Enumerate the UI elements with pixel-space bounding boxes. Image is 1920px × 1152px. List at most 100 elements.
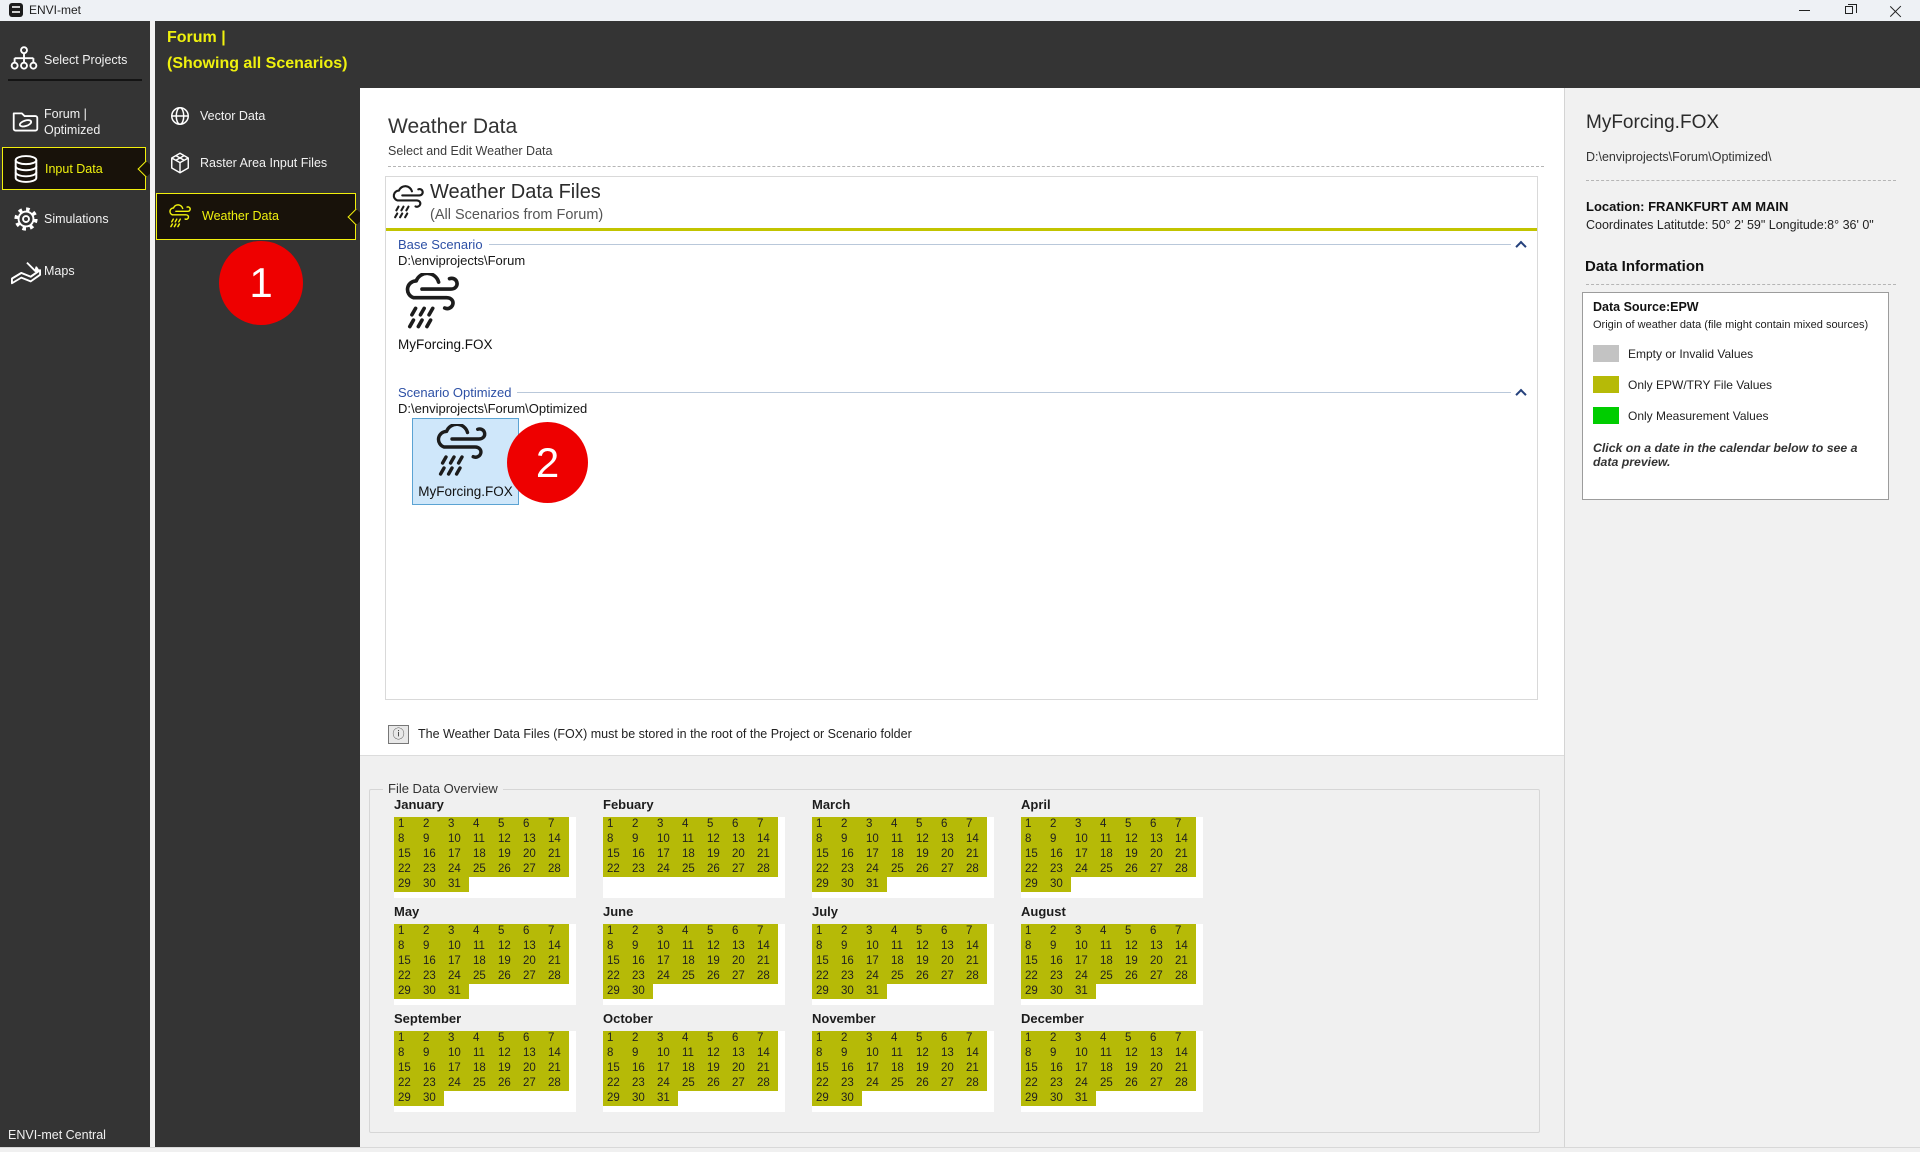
day-cell[interactable]: 4 bbox=[678, 1031, 703, 1046]
day-cell[interactable]: 30 bbox=[419, 1091, 444, 1106]
day-cell[interactable]: 20 bbox=[937, 1061, 962, 1076]
day-cell[interactable]: 20 bbox=[519, 1061, 544, 1076]
day-cell[interactable]: 5 bbox=[703, 1031, 728, 1046]
day-cell[interactable]: 28 bbox=[1171, 1076, 1196, 1091]
day-cell[interactable]: 29 bbox=[812, 877, 837, 892]
sidebar-item-project[interactable]: Forum | Optimized bbox=[0, 103, 150, 143]
day-cell[interactable]: 9 bbox=[628, 1046, 653, 1061]
day-cell[interactable]: 9 bbox=[1046, 832, 1071, 847]
day-cell[interactable]: 13 bbox=[519, 832, 544, 847]
day-cell[interactable]: 8 bbox=[812, 939, 837, 954]
day-cell[interactable]: 24 bbox=[653, 969, 678, 984]
day-cell[interactable]: 14 bbox=[962, 939, 987, 954]
day-cell[interactable]: 13 bbox=[1146, 939, 1171, 954]
day-cell[interactable]: 12 bbox=[703, 939, 728, 954]
day-cell[interactable]: 28 bbox=[753, 1076, 778, 1091]
day-cell[interactable]: 26 bbox=[1121, 862, 1146, 877]
day-cell[interactable]: 18 bbox=[678, 1061, 703, 1076]
day-cell[interactable]: 11 bbox=[469, 939, 494, 954]
day-cell[interactable]: 15 bbox=[394, 954, 419, 969]
day-cell[interactable]: 20 bbox=[937, 847, 962, 862]
day-cell[interactable]: 21 bbox=[544, 1061, 569, 1076]
day-cell[interactable]: 22 bbox=[394, 969, 419, 984]
day-cell[interactable]: 16 bbox=[1046, 1061, 1071, 1076]
day-cell[interactable]: 9 bbox=[837, 939, 862, 954]
day-cell[interactable]: 2 bbox=[837, 817, 862, 832]
day-cell[interactable]: 13 bbox=[728, 1046, 753, 1061]
day-cell[interactable]: 16 bbox=[628, 954, 653, 969]
day-cell[interactable]: 19 bbox=[1121, 954, 1146, 969]
day-cell[interactable]: 21 bbox=[962, 954, 987, 969]
day-cell[interactable]: 18 bbox=[1096, 1061, 1121, 1076]
day-cell[interactable]: 19 bbox=[494, 847, 519, 862]
day-cell[interactable]: 5 bbox=[703, 924, 728, 939]
day-cell[interactable]: 24 bbox=[653, 862, 678, 877]
day-cell[interactable]: 12 bbox=[1121, 1046, 1146, 1061]
day-cell[interactable]: 17 bbox=[862, 847, 887, 862]
day-cell[interactable]: 22 bbox=[1021, 862, 1046, 877]
day-cell[interactable]: 8 bbox=[394, 832, 419, 847]
day-cell[interactable]: 11 bbox=[887, 939, 912, 954]
day-cell[interactable]: 1 bbox=[603, 924, 628, 939]
day-cell[interactable]: 31 bbox=[862, 877, 887, 892]
day-cell[interactable]: 19 bbox=[703, 1061, 728, 1076]
day-cell[interactable]: 14 bbox=[544, 832, 569, 847]
day-cell[interactable]: 25 bbox=[678, 862, 703, 877]
day-cell[interactable]: 27 bbox=[519, 969, 544, 984]
day-cell[interactable]: 6 bbox=[728, 817, 753, 832]
day-cell[interactable]: 25 bbox=[887, 1076, 912, 1091]
day-cell[interactable]: 21 bbox=[753, 847, 778, 862]
day-cell[interactable]: 29 bbox=[603, 984, 628, 999]
day-cell[interactable]: 6 bbox=[519, 924, 544, 939]
day-cell[interactable]: 5 bbox=[494, 924, 519, 939]
day-cell[interactable]: 13 bbox=[1146, 832, 1171, 847]
day-cell[interactable]: 1 bbox=[812, 817, 837, 832]
day-cell[interactable]: 24 bbox=[862, 862, 887, 877]
day-cell[interactable]: 20 bbox=[937, 954, 962, 969]
day-cell[interactable]: 24 bbox=[862, 969, 887, 984]
day-cell[interactable]: 8 bbox=[1021, 939, 1046, 954]
day-cell[interactable]: 15 bbox=[603, 954, 628, 969]
collapse-chevron-icon[interactable] bbox=[1515, 240, 1527, 252]
day-cell[interactable]: 26 bbox=[912, 1076, 937, 1091]
day-cell[interactable]: 9 bbox=[419, 939, 444, 954]
day-cell[interactable]: 14 bbox=[962, 1046, 987, 1061]
day-cell[interactable]: 23 bbox=[628, 1076, 653, 1091]
day-cell[interactable]: 3 bbox=[1071, 1031, 1096, 1046]
day-cell[interactable]: 23 bbox=[628, 862, 653, 877]
sidebar-item-maps[interactable]: Maps bbox=[0, 253, 150, 289]
day-cell[interactable]: 7 bbox=[544, 817, 569, 832]
minimize-button[interactable] bbox=[1788, 0, 1822, 21]
day-cell[interactable]: 17 bbox=[653, 1061, 678, 1076]
day-cell[interactable]: 29 bbox=[1021, 877, 1046, 892]
day-cell[interactable]: 22 bbox=[394, 862, 419, 877]
day-cell[interactable]: 27 bbox=[1146, 862, 1171, 877]
day-cell[interactable]: 10 bbox=[444, 939, 469, 954]
day-cell[interactable]: 21 bbox=[1171, 954, 1196, 969]
day-cell[interactable]: 14 bbox=[962, 832, 987, 847]
day-cell[interactable]: 9 bbox=[837, 1046, 862, 1061]
day-cell[interactable]: 26 bbox=[912, 969, 937, 984]
day-cell[interactable]: 29 bbox=[1021, 984, 1046, 999]
day-cell[interactable]: 20 bbox=[519, 954, 544, 969]
day-cell[interactable]: 7 bbox=[753, 1031, 778, 1046]
day-cell[interactable]: 16 bbox=[419, 1061, 444, 1076]
day-cell[interactable]: 8 bbox=[812, 1046, 837, 1061]
day-cell[interactable]: 29 bbox=[394, 984, 419, 999]
day-cell[interactable]: 16 bbox=[837, 1061, 862, 1076]
day-cell[interactable]: 9 bbox=[1046, 1046, 1071, 1061]
day-cell[interactable]: 24 bbox=[1071, 862, 1096, 877]
day-cell[interactable]: 8 bbox=[1021, 1046, 1046, 1061]
day-cell[interactable]: 30 bbox=[1046, 877, 1071, 892]
day-cell[interactable]: 10 bbox=[444, 1046, 469, 1061]
day-cell[interactable]: 1 bbox=[394, 1031, 419, 1046]
day-cell[interactable]: 2 bbox=[1046, 1031, 1071, 1046]
day-cell[interactable]: 23 bbox=[419, 862, 444, 877]
day-cell[interactable]: 8 bbox=[603, 939, 628, 954]
sidebar-item-simulations[interactable]: Simulations bbox=[0, 203, 150, 237]
day-cell[interactable]: 26 bbox=[703, 969, 728, 984]
day-cell[interactable]: 27 bbox=[937, 969, 962, 984]
day-cell[interactable]: 28 bbox=[753, 862, 778, 877]
day-cell[interactable]: 28 bbox=[962, 862, 987, 877]
day-cell[interactable]: 3 bbox=[1071, 924, 1096, 939]
